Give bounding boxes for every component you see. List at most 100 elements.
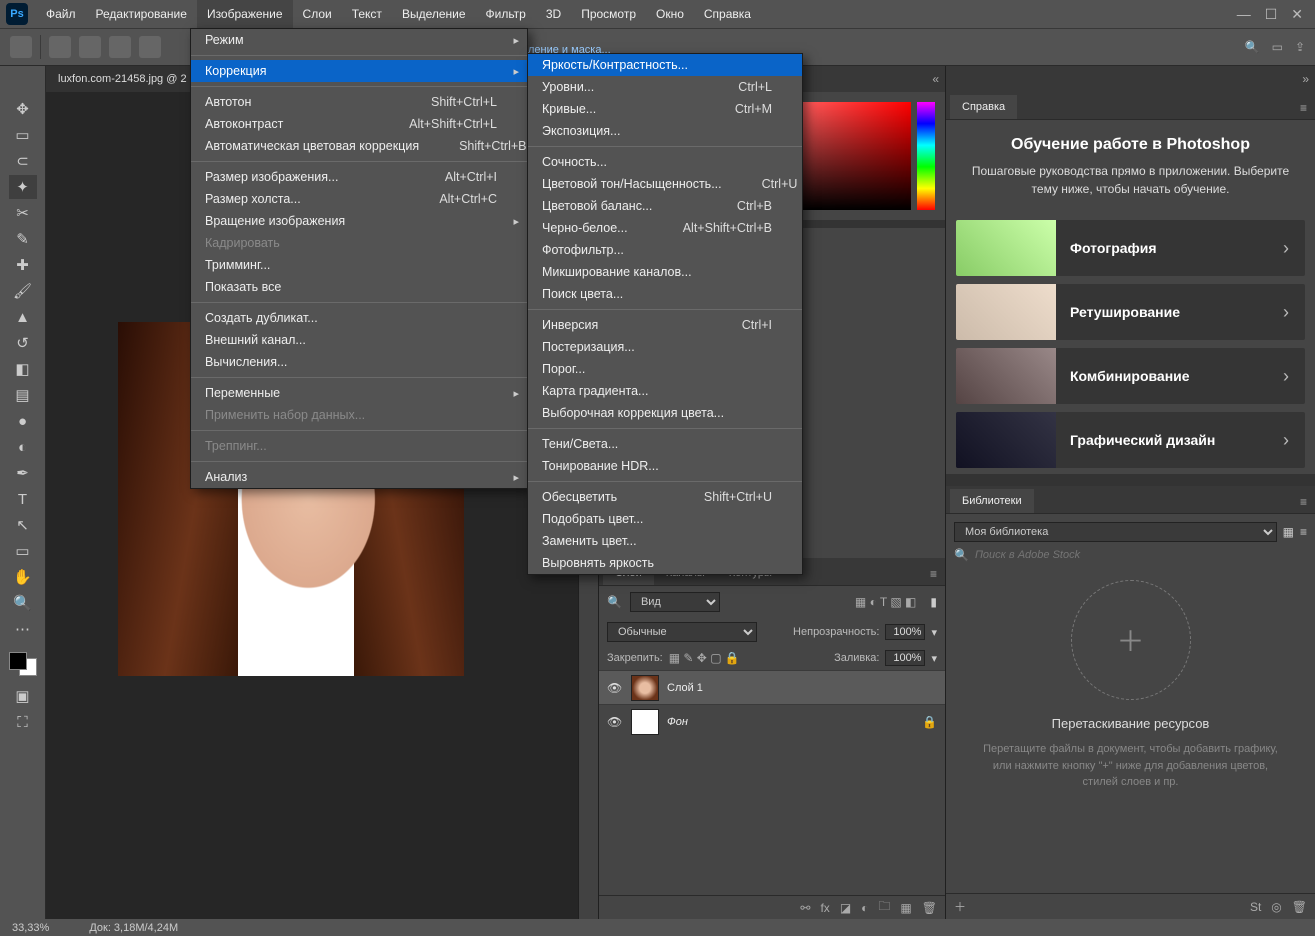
minimize-button[interactable]: ― [1237,6,1251,23]
layer-filter-icons[interactable]: ▦ ◐ T ▧ ◧ [855,595,917,609]
adjustment-icon[interactable]: ◐ [861,901,868,915]
menu-справка[interactable]: Справка [694,0,761,28]
menu-окно[interactable]: Окно [646,0,694,28]
shape-tool[interactable]: ▭ [9,539,37,563]
menu-item[interactable]: Тонирование HDR... [528,455,802,477]
blur-tool[interactable]: ● [9,409,37,433]
visibility-icon[interactable]: 👁 [607,715,623,729]
filter-toggle[interactable]: ▮ [930,595,937,609]
cloud-icon[interactable]: ◎ [1271,900,1281,914]
fill-input[interactable] [885,650,925,666]
tab-libraries[interactable]: Библиотеки [950,489,1034,513]
share-icon[interactable]: ⇪ [1295,40,1305,54]
grid-view-icon[interactable]: ▦ [1283,525,1294,539]
trash-icon[interactable]: 🗑 [922,901,937,915]
list-view-icon[interactable]: ≡ [1300,525,1307,539]
history-brush-tool[interactable]: ↺ [9,331,37,355]
menu-item[interactable]: Черно-белое...Alt+Shift+Ctrl+B [528,217,802,239]
expand-icon[interactable]: » [1302,72,1309,86]
search-icon[interactable]: 🔍 [1245,40,1260,54]
brush-tool[interactable]: 🖌 [9,279,37,303]
new-layer-icon[interactable]: ▦ [900,901,911,915]
blend-mode-select[interactable]: Обычные [607,622,757,642]
layer-row[interactable]: 👁 Слой 1 [599,670,945,704]
opt-icon[interactable] [109,36,131,58]
menu-item[interactable]: Микширование каналов... [528,261,802,283]
doc-info[interactable]: Док: 3,18M/4,24M [89,922,178,934]
mask-icon[interactable]: ◪ [840,901,851,915]
menu-текст[interactable]: Текст [342,0,392,28]
panel-menu-icon[interactable]: ≡ [1292,97,1315,119]
menu-файл[interactable]: Файл [36,0,86,28]
layer-name[interactable]: Фон [667,716,688,728]
opt-icon[interactable] [79,36,101,58]
menu-item[interactable]: Размер изображения...Alt+Ctrl+I [191,166,527,188]
library-dropzone[interactable]: ＋ [1071,580,1191,700]
workspace-icon[interactable]: ▭ [1272,40,1283,54]
opt-icon[interactable] [139,36,161,58]
layer-row[interactable]: 👁 Фон 🔒 [599,704,945,738]
menu-item[interactable]: Сочность... [528,151,802,173]
menu-фильтр[interactable]: Фильтр [476,0,536,28]
add-icon[interactable]: ＋ [954,898,966,915]
chevron-down-icon[interactable]: ▾ [931,652,937,665]
menu-слои[interactable]: Слои [293,0,342,28]
menu-просмотр[interactable]: Просмотр [571,0,646,28]
panel-menu-icon[interactable]: ≡ [922,563,945,585]
menu-item[interactable]: Экспозиция... [528,120,802,142]
stamp-tool[interactable]: ▲ [9,305,37,329]
close-button[interactable]: ✕ [1291,6,1303,23]
menu-item[interactable]: Уровни...Ctrl+L [528,76,802,98]
layer-name[interactable]: Слой 1 [667,682,703,694]
color-swatch[interactable] [9,652,37,676]
visibility-icon[interactable]: 👁 [607,681,623,695]
learn-item[interactable]: Комбинирование› [956,348,1305,404]
eyedropper-tool[interactable]: ✎ [9,227,37,251]
gradient-tool[interactable]: ▤ [9,383,37,407]
opacity-input[interactable] [885,624,925,640]
menu-item[interactable]: ИнверсияCtrl+I [528,314,802,336]
learn-item[interactable]: Графический дизайн› [956,412,1305,468]
menu-item[interactable]: Выровнять яркость [528,552,802,574]
menu-редактирование[interactable]: Редактирование [86,0,197,28]
tool-preset-icon[interactable] [10,36,32,58]
menu-item[interactable]: Цветовой тон/Насыщенность...Ctrl+U [528,173,802,195]
menu-item[interactable]: Вращение изображения [191,210,527,232]
menu-item[interactable]: Вычисления... [191,351,527,373]
menu-item[interactable]: Яркость/Контрастность... [528,54,802,76]
zoom-tool[interactable]: 🔍 [9,591,37,615]
menu-item[interactable]: АвтоконтрастAlt+Shift+Ctrl+L [191,113,527,135]
hand-tool[interactable]: ✋ [9,565,37,589]
maximize-button[interactable]: ☐ [1265,6,1278,23]
quick-select-tool[interactable]: ✦ [9,175,37,199]
library-select[interactable]: Моя библиотека [954,522,1277,542]
tab-help[interactable]: Справка [950,95,1017,119]
menu-выделение[interactable]: Выделение [392,0,476,28]
menu-item[interactable]: Коррекция [191,60,527,82]
menu-item[interactable]: Поиск цвета... [528,283,802,305]
move-tool[interactable]: ✥ [9,97,37,121]
panel-menu-icon[interactable]: ≡ [1292,491,1315,513]
marquee-tool[interactable]: ▭ [9,123,37,147]
heal-tool[interactable]: ✚ [9,253,37,277]
library-search-input[interactable] [975,549,1307,561]
menu-item[interactable]: Тени/Света... [528,433,802,455]
menu-item[interactable]: Автоматическая цветовая коррекцияShift+C… [191,135,527,157]
menu-item[interactable]: Выборочная коррекция цвета... [528,402,802,424]
lock-icons[interactable]: ▦ ✎ ✥ ▢ 🔒 [669,651,740,665]
eraser-tool[interactable]: ◧ [9,357,37,381]
menu-item[interactable]: Карта градиента... [528,380,802,402]
menu-изображение[interactable]: Изображение [197,0,293,28]
folder-icon[interactable]: 🗀 [878,897,890,918]
fx-icon[interactable]: fx [820,901,829,915]
chevron-down-icon[interactable]: ▾ [931,626,937,639]
menu-item[interactable]: Постеризация... [528,336,802,358]
menu-item[interactable]: Порог... [528,358,802,380]
pen-tool[interactable]: ✒ [9,461,37,485]
menu-3d[interactable]: 3D [536,0,571,28]
dodge-tool[interactable]: ◐ [9,435,37,459]
menu-item[interactable]: Показать все [191,276,527,298]
trash-icon[interactable]: 🗑 [1292,900,1307,914]
menu-item[interactable]: Тримминг... [191,254,527,276]
learn-item[interactable]: Ретуширование› [956,284,1305,340]
